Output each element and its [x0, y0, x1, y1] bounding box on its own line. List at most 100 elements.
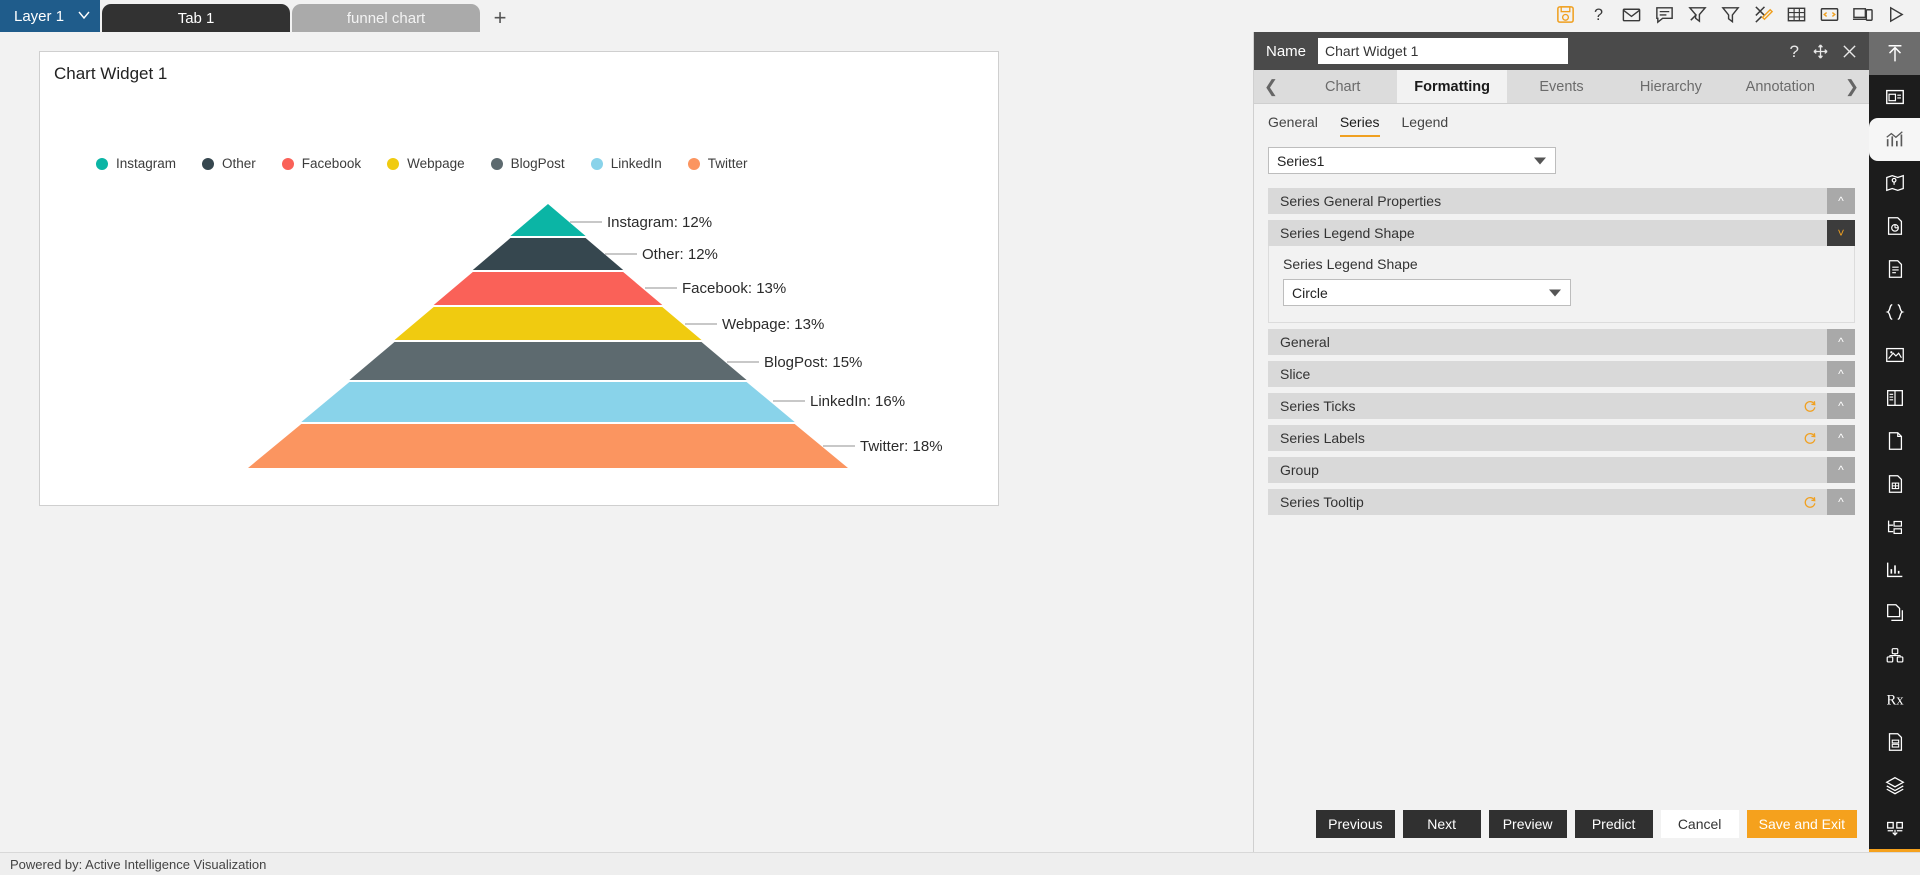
map-icon[interactable]	[1869, 161, 1920, 204]
tab-label: funnel chart	[346, 9, 426, 27]
accordion-label: Series General Properties	[1280, 193, 1442, 209]
subtab-general[interactable]: General	[1268, 114, 1318, 137]
subtab-series[interactable]: Series	[1339, 114, 1380, 137]
tab-annotation[interactable]: Annotation	[1726, 70, 1835, 103]
accordion-series-ticks[interactable]: Series Ticks ^	[1268, 393, 1855, 419]
report-pie-icon[interactable]	[1869, 204, 1920, 247]
legend-item[interactable]: LinkedIn	[590, 156, 662, 171]
spreadsheet-icon[interactable]	[1869, 462, 1920, 505]
chevron-up-icon[interactable]: ^	[1827, 457, 1855, 483]
chevron-right-icon[interactable]: ❯	[1835, 70, 1869, 103]
json-icon[interactable]	[1869, 290, 1920, 333]
series-select-wrapper: Series1	[1254, 137, 1869, 174]
series-select[interactable]: Series1	[1268, 147, 1556, 174]
code-icon[interactable]	[1819, 4, 1840, 25]
chevron-down-icon	[1534, 157, 1546, 164]
accordion-slice[interactable]: Slice ^	[1268, 361, 1855, 387]
preview-button[interactable]: Preview	[1488, 810, 1567, 838]
layout-icon[interactable]	[1869, 376, 1920, 419]
table-icon[interactable]	[1786, 4, 1807, 25]
help-icon[interactable]: ?	[1588, 4, 1609, 25]
collapse-up-icon[interactable]	[1869, 32, 1920, 75]
tab-funnel-chart[interactable]: funnel chart	[292, 4, 481, 32]
chevron-down-icon[interactable]	[78, 9, 90, 24]
mail-icon[interactable]	[1621, 4, 1642, 25]
save-icon[interactable]	[1555, 4, 1576, 25]
chevron-up-icon[interactable]: ^	[1827, 188, 1855, 214]
reset-icon[interactable]	[1803, 399, 1817, 413]
chevron-up-icon[interactable]: ^	[1827, 425, 1855, 451]
help-icon[interactable]: ?	[1790, 43, 1799, 60]
image-icon[interactable]	[1869, 333, 1920, 376]
legend-item[interactable]: Webpage	[387, 156, 465, 171]
design-canvas[interactable]: Chart Widget 1 Instagram Other Facebook …	[0, 32, 1253, 843]
widget-icon[interactable]	[1869, 75, 1920, 118]
move-icon[interactable]	[1813, 44, 1828, 59]
accordion-series-tooltip[interactable]: Series Tooltip ^	[1268, 489, 1855, 515]
subtab-legend[interactable]: Legend	[1402, 114, 1449, 137]
close-icon[interactable]	[1842, 44, 1857, 59]
page-title: Chart Widget 1	[54, 64, 168, 83]
db-file-icon[interactable]	[1869, 720, 1920, 763]
legend-shape-select[interactable]: Circle	[1283, 279, 1571, 306]
cancel-button[interactable]: Cancel	[1660, 810, 1739, 838]
legend-item[interactable]: BlogPost	[490, 156, 565, 171]
legend-item[interactable]: Facebook	[281, 156, 361, 171]
reset-icon[interactable]	[1803, 495, 1817, 509]
copy-file-icon[interactable]	[1869, 591, 1920, 634]
layer-selector[interactable]: Layer 1	[0, 0, 101, 32]
save-and-exit-button[interactable]: Save and Exit	[1746, 810, 1857, 838]
file-icon[interactable]	[1869, 419, 1920, 462]
accordion-group[interactable]: Group ^	[1268, 457, 1855, 483]
clear-filter-icon[interactable]	[1687, 4, 1708, 25]
document-icon[interactable]	[1869, 247, 1920, 290]
accordion-series-general-properties[interactable]: Series General Properties ^	[1268, 188, 1855, 214]
tab-formatting[interactable]: Formatting	[1397, 70, 1507, 103]
powered-by-text: Powered by: Active Intelligence Visualiz…	[10, 856, 267, 872]
tab-chart[interactable]: Chart	[1288, 70, 1397, 103]
add-tab-button[interactable]: +	[480, 4, 520, 32]
pyramid-chart[interactable]: Instagram: 12% Other: 12% Facebook: 13% …	[40, 202, 1000, 502]
legend-item[interactable]: Twitter	[687, 156, 748, 171]
predict-button[interactable]: Predict	[1574, 810, 1653, 838]
chevron-up-icon[interactable]: ^	[1827, 489, 1855, 515]
legend-item[interactable]: Instagram	[96, 156, 176, 171]
tree-icon[interactable]	[1869, 505, 1920, 548]
chart-icon[interactable]	[1869, 118, 1920, 161]
grid-icon[interactable]	[1869, 806, 1920, 849]
series-select-value: Series1	[1277, 152, 1325, 169]
chevron-up-icon[interactable]: ^	[1827, 329, 1855, 355]
accordion-label: Slice	[1280, 366, 1311, 382]
filter-icon[interactable]	[1720, 4, 1741, 25]
accordion-series-labels[interactable]: Series Labels ^	[1268, 425, 1855, 451]
slice-facebook	[433, 272, 663, 305]
play-icon[interactable]	[1885, 4, 1906, 25]
prescription-icon[interactable]: Rx	[1869, 677, 1920, 720]
legend-item[interactable]: Other	[202, 156, 256, 171]
accordion-label: Series Legend Shape	[1280, 225, 1415, 241]
tab-label: Tab 1	[177, 9, 215, 27]
tab-events[interactable]: Events	[1507, 70, 1616, 103]
previous-button[interactable]: Previous	[1316, 810, 1395, 838]
devices-icon[interactable]	[1852, 4, 1873, 25]
legend-swatch-blogpost	[490, 157, 503, 170]
widget-name-input[interactable]	[1318, 38, 1569, 64]
chevron-up-icon[interactable]: ^	[1827, 393, 1855, 419]
chevron-up-icon[interactable]: ^	[1827, 361, 1855, 387]
legend-label: Instagram	[116, 156, 177, 171]
tab-tab-1[interactable]: Tab 1	[102, 4, 291, 32]
chart-widget[interactable]: Chart Widget 1 Instagram Other Facebook …	[39, 51, 999, 506]
layers-icon[interactable]	[1869, 763, 1920, 806]
comment-icon[interactable]	[1654, 4, 1675, 25]
legend-shape-value: Circle	[1292, 284, 1328, 301]
reset-icon[interactable]	[1803, 431, 1817, 445]
cube-icon[interactable]	[1869, 634, 1920, 677]
chevron-down-icon[interactable]: ˅	[1827, 220, 1855, 246]
accordion-general[interactable]: General ^	[1268, 329, 1855, 355]
next-button[interactable]: Next	[1402, 810, 1481, 838]
accordion-series-legend-shape[interactable]: Series Legend Shape ˅	[1268, 220, 1855, 246]
bar-chart-icon[interactable]	[1869, 548, 1920, 591]
chevron-left-icon[interactable]: ❮	[1254, 70, 1288, 103]
tools-icon[interactable]	[1753, 4, 1774, 25]
tab-hierarchy[interactable]: Hierarchy	[1616, 70, 1725, 103]
